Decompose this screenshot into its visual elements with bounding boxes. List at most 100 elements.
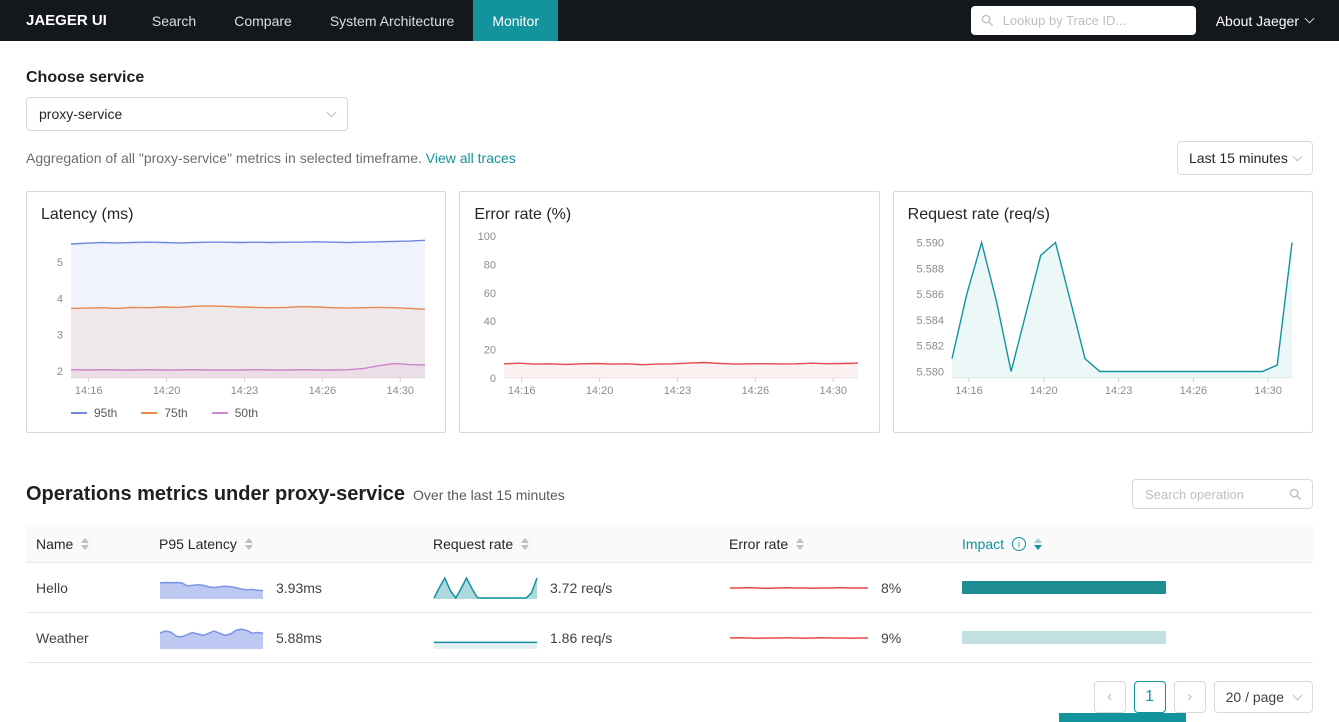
- operation-search[interactable]: [1132, 479, 1313, 509]
- error-rate-value: 8%: [881, 579, 902, 596]
- legend-item-75th: 75th: [141, 406, 188, 420]
- operations-table: Name P95 Latency Request rate Error rate…: [26, 525, 1313, 663]
- about-jaeger-menu[interactable]: About Jaeger: [1215, 12, 1315, 29]
- svg-text:100: 100: [478, 231, 496, 243]
- chevron-down-icon: [1304, 13, 1315, 24]
- error-rate-chart: 0 20 40 60 80 100 14:16 14:20 14:23 14:26 14:30: [478, 231, 859, 397]
- legend-item-95th: 95th: [71, 406, 117, 420]
- pagination-page-1[interactable]: 1: [1133, 681, 1166, 713]
- cell-impact: [952, 581, 1313, 594]
- svg-text:2: 2: [57, 366, 63, 378]
- column-header-name[interactable]: Name: [26, 536, 149, 552]
- sort-icons: [81, 537, 90, 550]
- request-rate-card: Request rate (req/s) 5.580 5.582 5.584 5.58…: [892, 191, 1313, 433]
- nav-item-system-architecture[interactable]: System Architecture: [311, 0, 474, 41]
- column-label: Request rate: [433, 535, 514, 552]
- info-icon[interactable]: i: [1012, 536, 1027, 551]
- cell-request-rate: 3.72 req/s: [423, 575, 719, 601]
- column-label: Error rate: [729, 535, 789, 552]
- timeframe-select[interactable]: Last 15 minutes: [1177, 141, 1313, 175]
- search-icon: [981, 14, 993, 27]
- legend-swatch: [71, 412, 87, 414]
- error-rate-sparkline: [730, 586, 868, 589]
- cell-request-rate: 1.86 req/s: [423, 625, 719, 651]
- svg-text:5.580: 5.580: [916, 367, 944, 379]
- svg-text:5.586: 5.586: [916, 289, 944, 301]
- column-header-request-rate[interactable]: Request rate: [423, 536, 719, 552]
- chevron-left-icon: ‹: [1106, 688, 1113, 705]
- cell-p95-latency: 5.88ms: [149, 625, 423, 651]
- svg-text:14:20: 14:20: [586, 385, 614, 397]
- request-rate-sparkline: [433, 575, 538, 599]
- nav-item-search[interactable]: Search: [133, 0, 215, 41]
- latency-card: Latency (ms) 2 3 4 5 14:16 14:20 14:23 14:26 14:…: [26, 191, 447, 433]
- p95-latency-value: 3.93ms: [276, 579, 322, 596]
- aggregation-row: Aggregation of all "proxy-service" metri…: [26, 141, 1313, 175]
- operation-name: Weather: [36, 629, 89, 646]
- column-header-error-rate[interactable]: Error rate: [719, 536, 952, 552]
- cell-error-rate: 8%: [719, 579, 952, 597]
- operations-header: Operations metrics under proxy-service Ov…: [26, 479, 1313, 509]
- aggregation-description: Aggregation of all "proxy-service" metri…: [26, 150, 422, 166]
- chevron-right-icon: ›: [1186, 688, 1193, 705]
- legend-swatch: [141, 412, 158, 414]
- sort-icons: [521, 537, 530, 550]
- svg-text:14:16: 14:16: [508, 385, 536, 397]
- column-header-impact[interactable]: Impact i: [952, 536, 1313, 552]
- pagination-prev-button[interactable]: ‹: [1093, 681, 1126, 713]
- operations-title-text: Operations metrics under proxy-service: [26, 482, 406, 505]
- svg-text:14:20: 14:20: [153, 385, 181, 397]
- svg-text:14:16: 14:16: [75, 385, 103, 397]
- request-rate-sparkline: [434, 641, 537, 649]
- svg-text:60: 60: [484, 288, 496, 300]
- pagination-next-button[interactable]: ›: [1173, 681, 1206, 713]
- chevron-down-icon: [1292, 690, 1303, 700]
- request-rate-value: 1.86 req/s: [550, 629, 613, 646]
- sort-icons: [1034, 537, 1043, 550]
- svg-text:14:20: 14:20: [1030, 385, 1058, 397]
- operations-subtitle: Over the last 15 minutes: [413, 486, 565, 503]
- timeframe-value: Last 15 minutes: [1189, 150, 1288, 166]
- column-label: Name: [36, 535, 74, 552]
- svg-text:4: 4: [57, 293, 63, 305]
- page-size-select[interactable]: 20 / page: [1213, 681, 1313, 713]
- error-rate-sparkline: [729, 636, 868, 639]
- operation-search-input[interactable]: [1143, 485, 1289, 503]
- operations-title: Operations metrics under proxy-service Ov…: [26, 483, 565, 506]
- sort-icons: [796, 537, 805, 550]
- svg-text:14:23: 14:23: [1104, 385, 1132, 397]
- p95-latency-value: 5.88ms: [276, 629, 322, 646]
- about-jaeger-label: About Jaeger: [1215, 12, 1299, 29]
- app-brand[interactable]: JAEGER UI: [0, 12, 133, 29]
- nav-item-compare[interactable]: Compare: [215, 0, 311, 41]
- monitor-page: Choose service proxy-service Aggregation…: [0, 41, 1339, 713]
- trace-lookup-search[interactable]: [970, 6, 1196, 35]
- svg-text:3: 3: [57, 330, 63, 342]
- service-select[interactable]: proxy-service: [26, 97, 348, 131]
- view-all-traces-link[interactable]: View all traces: [426, 150, 516, 166]
- table-row: Weather 5.88ms 1.86 req/s 9%: [26, 613, 1313, 663]
- bottom-accent-strip: [1059, 713, 1186, 722]
- error-rate-card-title: Error rate (%): [474, 206, 572, 223]
- svg-text:5.588: 5.588: [916, 263, 944, 275]
- pagination: ‹ 1 › 20 / page: [26, 681, 1313, 713]
- svg-text:14:26: 14:26: [742, 385, 770, 397]
- error-rate-value: 9%: [881, 629, 902, 646]
- column-label: Impact: [962, 535, 1005, 552]
- column-label: P95 Latency: [159, 535, 237, 552]
- chevron-down-icon: [326, 107, 337, 117]
- metrics-cards-row: Latency (ms) 2 3 4 5 14:16 14:20 14:23 14:26 14:…: [26, 191, 1313, 433]
- impact-bar: [962, 631, 1166, 644]
- request-rate-value: 3.72 req/s: [550, 579, 613, 596]
- nav-item-monitor[interactable]: Monitor: [473, 0, 558, 41]
- latency-sparkline: [159, 581, 264, 599]
- cell-error-rate: 9%: [719, 629, 952, 647]
- trace-lookup-input[interactable]: [1000, 12, 1186, 29]
- request-rate-card-title: Request rate (req/s): [907, 206, 1050, 223]
- svg-text:5.582: 5.582: [916, 341, 944, 353]
- cell-p95-latency: 3.93ms: [149, 575, 423, 601]
- svg-text:5.590: 5.590: [916, 237, 944, 249]
- column-header-p95-latency[interactable]: P95 Latency: [149, 536, 423, 552]
- operation-name: Hello: [36, 579, 68, 596]
- svg-text:5.584: 5.584: [916, 315, 944, 327]
